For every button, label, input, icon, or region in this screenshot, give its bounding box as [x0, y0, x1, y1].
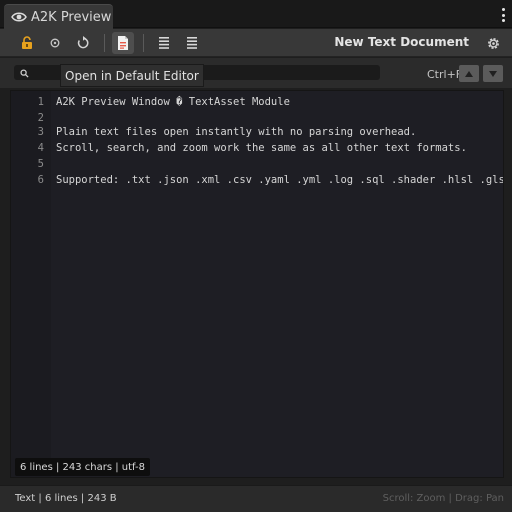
lock-open-icon[interactable]	[16, 32, 38, 54]
gear-icon[interactable]	[482, 32, 504, 54]
controls-hint: Scroll: Zoom | Drag: Pan	[382, 493, 504, 504]
file-info: Text | 6 lines | 243 B	[15, 493, 117, 504]
text-line: 6 Supported: .txt .json .xml .csv .yaml …	[11, 174, 504, 190]
text-stats-badge: 6 lines | 243 chars | utf-8	[15, 458, 151, 476]
text-line: 4 Scroll, search, and zoom work the same…	[11, 142, 503, 158]
refresh-icon[interactable]	[72, 32, 94, 54]
tab-title: A2K Preview	[31, 9, 112, 25]
toolbar-divider	[143, 34, 144, 52]
search-hotkey-hint: Ctrl+F	[427, 68, 463, 81]
more-options-icon[interactable]	[500, 8, 506, 22]
line-number: 1	[37, 96, 44, 108]
tab-a2k-preview[interactable]: A2K Preview	[4, 4, 113, 29]
align-lines-icon[interactable]	[181, 32, 203, 54]
text-line: 3 Plain text files open instantly with n…	[11, 126, 503, 142]
line-text: Supported: .txt .json .xml .csv .yaml .y…	[56, 174, 504, 186]
arrow-up-icon	[465, 70, 473, 77]
document-title: New Text Document	[334, 35, 469, 49]
tooltip-open-in-default-editor: Open in Default Editor	[60, 64, 204, 87]
line-number: 5	[37, 158, 44, 170]
circle-icon[interactable]	[44, 32, 66, 54]
line-number: 6	[37, 174, 44, 186]
window-tab-bar: A2K Preview	[0, 0, 512, 29]
line-text: A2K Preview Window � TextAsset Module	[56, 96, 290, 108]
text-line: 1 A2K Preview Window � TextAsset Module	[11, 96, 503, 112]
line-number: 4	[37, 142, 44, 154]
line-number: 3	[37, 126, 44, 138]
eye-icon	[11, 10, 27, 24]
next-match-button[interactable]	[483, 65, 503, 82]
toolbar-divider	[104, 34, 105, 52]
line-text: Plain text files open instantly with no …	[56, 126, 417, 138]
text-line: 5	[11, 158, 503, 174]
previous-match-button[interactable]	[459, 65, 479, 82]
line-number: 2	[37, 112, 44, 124]
text-preview-editor[interactable]: 1 A2K Preview Window � TextAsset Module …	[10, 90, 504, 478]
line-text: Scroll, search, and zoom work the same a…	[56, 142, 467, 154]
open-in-editor-icon[interactable]	[112, 32, 134, 54]
align-lines-icon[interactable]	[153, 32, 175, 54]
search-icon	[20, 63, 29, 82]
toolbar: New Text Document	[0, 29, 512, 57]
arrow-down-icon	[489, 70, 497, 77]
status-bar: Text | 6 lines | 243 B Scroll: Zoom | Dr…	[0, 485, 512, 512]
